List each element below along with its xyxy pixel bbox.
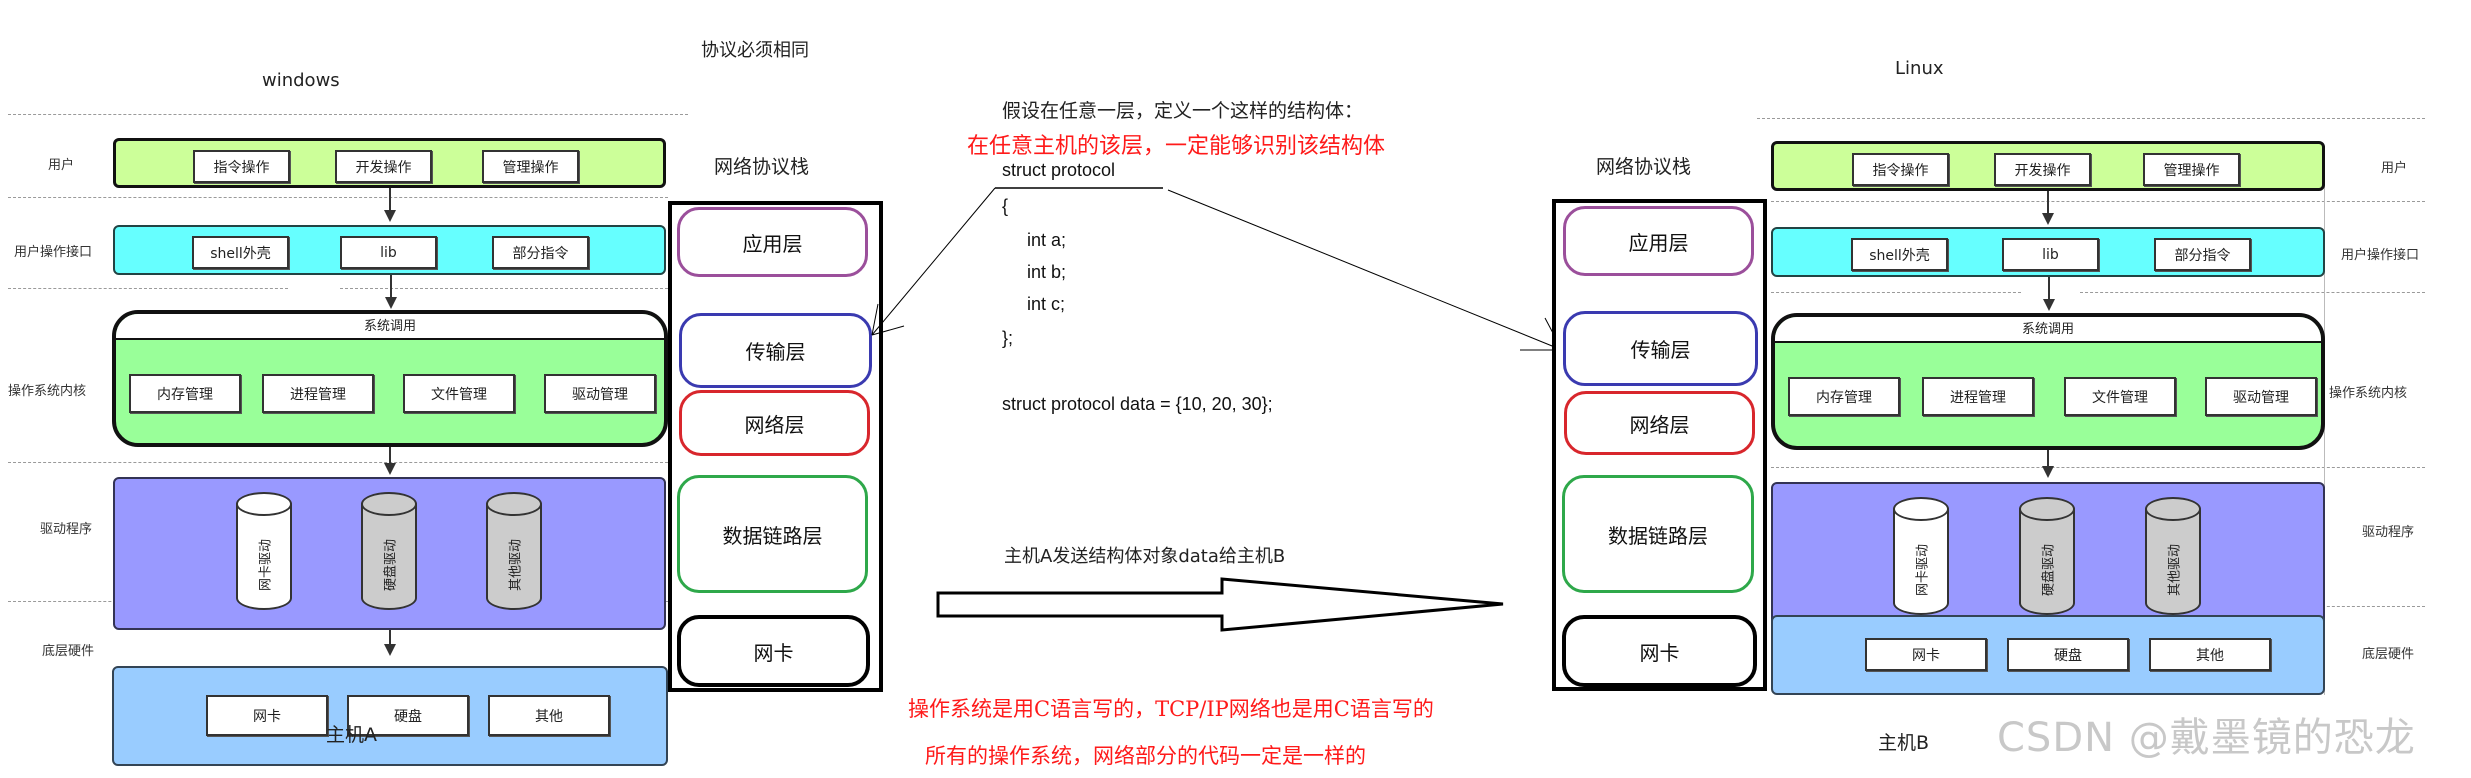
protocol-stack-right: 应用层 传输层 网络层 数据链路层 网卡	[1552, 199, 1767, 691]
driver-band: 网卡驱动 硬盘驱动 其他驱动	[1771, 482, 2325, 635]
api-item-partial-commands[interactable]: 部分指令	[2154, 238, 2251, 271]
stack-title-right: 网络协议栈	[1596, 156, 1692, 178]
kernel-item-file[interactable]: 文件管理	[2064, 377, 2176, 416]
divider	[1771, 467, 2425, 468]
user-item-develop[interactable]: 开发操作	[1994, 153, 2091, 186]
flow-arrowhead	[2043, 299, 2055, 311]
os-name-linux: Linux	[1895, 58, 1944, 79]
api-item-shell[interactable]: shell外壳	[1851, 238, 1948, 271]
callout-line-right	[1167, 189, 1563, 351]
kernel-band: 系统调用 内存管理 进程管理 文件管理 驱动管理	[1771, 313, 2325, 450]
stack-layer-application[interactable]: 应用层	[1563, 206, 1754, 276]
hardware-item-disk[interactable]: 硬盘	[2007, 638, 2129, 671]
callout-line-left	[871, 187, 996, 336]
csdn-watermark: CSDN @戴墨镜的恐龙	[1997, 715, 2416, 761]
kernel-item-driver[interactable]: 驱动管理	[2205, 377, 2317, 416]
divider	[1771, 292, 2021, 293]
callout-tick	[871, 325, 905, 336]
driver-disk-cylinder[interactable]: 硬盘驱动	[2019, 497, 2075, 615]
divider	[2080, 292, 2425, 293]
host-b-label: 主机B	[1878, 732, 1930, 754]
driver-other-cylinder[interactable]: 其他驱动	[2145, 497, 2201, 615]
api-item-lib[interactable]: lib	[2002, 238, 2099, 271]
user-layer-band: 指令操作 开发操作 管理操作	[1771, 141, 2325, 191]
divider	[1771, 201, 2425, 202]
driver-label: 硬盘驱动	[2041, 544, 2057, 597]
divider	[1757, 118, 2425, 119]
kernel-item-process[interactable]: 进程管理	[1922, 377, 2034, 416]
driver-label: 其他驱动	[2167, 544, 2183, 597]
row-label-user: 用户	[2381, 161, 2408, 176]
stack-layer-network[interactable]: 网络层	[1564, 391, 1755, 455]
flow-arrowhead	[2042, 213, 2054, 225]
flow-arrow-line	[2047, 191, 2049, 215]
hardware-item-other[interactable]: 其他	[2149, 638, 2271, 671]
flow-arrow-line	[2048, 277, 2050, 301]
row-label-driver: 驱动程序	[2362, 525, 2415, 540]
stack-layer-nic[interactable]: 网卡	[1562, 615, 1757, 687]
system-call-bar[interactable]: 系统调用	[1775, 317, 2321, 343]
stack-layer-transport[interactable]: 传输层	[1563, 311, 1758, 386]
send-arrow-icon	[936, 577, 1504, 632]
driver-nic-cylinder[interactable]: 网卡驱动	[1893, 497, 1949, 615]
flow-arrowhead	[2042, 466, 2054, 478]
user-item-manage[interactable]: 管理操作	[2143, 153, 2240, 186]
kernel-item-memory[interactable]: 内存管理	[1788, 377, 1900, 416]
stack-layer-datalink[interactable]: 数据链路层	[1562, 475, 1754, 593]
callout-tick	[871, 303, 879, 336]
row-label-hardware: 底层硬件	[2362, 647, 2415, 662]
row-label-kernel: 操作系统内核	[2329, 386, 2408, 401]
hardware-band: 网卡 硬盘 其他	[1771, 615, 2325, 695]
row-label-api: 用户操作接口	[2341, 248, 2420, 263]
hardware-item-nic[interactable]: 网卡	[1865, 638, 1987, 671]
user-item-command[interactable]: 指令操作	[1852, 153, 1949, 186]
driver-label: 网卡驱动	[1915, 544, 1931, 597]
user-interface-band: shell外壳 lib 部分指令	[1771, 227, 2325, 277]
